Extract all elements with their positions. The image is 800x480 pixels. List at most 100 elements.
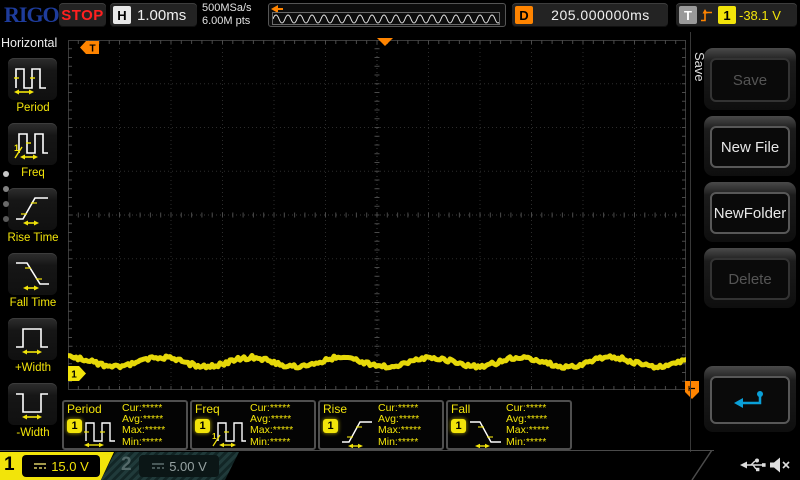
memory-depth: 6.00M pts (202, 15, 252, 28)
svg-text:T: T (89, 44, 95, 55)
measurement-avg: ***** (527, 413, 547, 425)
measurement-box-rise: Rise 1 Cur:***** Avg:***** Max:***** Min… (318, 400, 444, 450)
sidebar-item-fall-time-label: Fall Time (0, 297, 66, 309)
fall-time-icon (468, 416, 504, 448)
softkey-save[interactable]: Save (704, 48, 796, 110)
measurement-cur: ***** (270, 402, 290, 414)
measurement-cur: ***** (398, 402, 418, 414)
svg-text:1: 1 (71, 370, 77, 381)
trigger-time-marker-icon (377, 38, 393, 46)
status-bar-slash (688, 450, 718, 480)
sidebar-item-fall-time[interactable] (8, 253, 57, 295)
frequency-icon: 1 (13, 127, 53, 161)
minus-width-icon (13, 387, 53, 421)
sidebar-item-period[interactable] (8, 58, 57, 100)
usb-icon (740, 457, 766, 473)
measurement-min: ***** (526, 436, 546, 448)
horizontal-badge: H (113, 6, 131, 24)
measurement-max: ***** (273, 424, 293, 436)
horizontal-timebase-chip: H 1.00ms (110, 3, 197, 27)
measurement-max: ***** (145, 424, 165, 436)
speaker-muted-icon (768, 456, 792, 474)
svg-text:1: 1 (212, 432, 217, 441)
softkey-back[interactable] (704, 366, 796, 432)
softkey-new-file[interactable]: New File (704, 116, 796, 176)
menu-scroll-dot (3, 186, 9, 192)
channel1-offset-marker: 1 (68, 366, 87, 381)
menu-scroll-dot (3, 216, 9, 222)
measurement-box-freq: Freq 1 1 Cur:***** Avg:***** Max:***** M… (190, 400, 316, 450)
rise-time-icon (340, 416, 376, 448)
trigger-badge: T (679, 6, 697, 24)
menu-scroll-dot (3, 201, 9, 207)
softkey-delete[interactable]: Delete (704, 248, 796, 308)
softkey-new-file-label: New File (710, 126, 790, 168)
measurement-box-period: Period 1 Cur:***** Avg:***** Max:***** M… (62, 400, 188, 450)
sidebar-item-minus-width-label: -Width (0, 427, 66, 439)
measurement-min: ***** (142, 436, 162, 448)
plus-width-icon (13, 322, 53, 356)
trigger-position-clamp-marker: T (80, 41, 100, 55)
measurement-name: Freq (195, 402, 220, 416)
measurement-channel-badge: 1 (323, 419, 338, 433)
softkey-new-folder[interactable]: NewFolder (704, 182, 796, 242)
sidebar-title: Horizontal (1, 36, 67, 50)
sidebar-item-plus-width[interactable] (8, 318, 57, 360)
measurement-name: Period (67, 402, 102, 416)
softkey-save-label: Save (710, 58, 790, 102)
acquisition-info: 500MSa/s 6.00M pts (202, 2, 252, 28)
rise-time-icon (13, 192, 53, 226)
measurement-box-fall: Fall 1 Cur:***** Avg:***** Max:***** Min… (446, 400, 572, 450)
return-arrow-icon (732, 389, 768, 411)
sidebar-item-rise-time[interactable] (8, 188, 57, 230)
measurement-name: Fall (451, 402, 470, 416)
trigger-chip: T 1 -38.1 V (676, 3, 797, 27)
channel1-tab[interactable]: 1 15.0 V (0, 452, 114, 480)
oscilloscope-screen: RIGOL STOP H 1.00ms 500MSa/s 6.00M pts D… (0, 0, 800, 480)
delay-badge: D (515, 6, 533, 24)
measurement-channel-badge: 1 (195, 419, 210, 433)
measurement-avg: ***** (143, 413, 163, 425)
timebase-value: 1.00ms (137, 7, 186, 24)
menu-divider (690, 32, 691, 452)
measurement-channel-badge: 1 (451, 419, 466, 433)
trigger-level-clamp-marker: T (685, 381, 700, 400)
dc-coupling-icon (151, 460, 165, 472)
dc-coupling-icon (33, 460, 47, 472)
sample-rate: 500MSa/s (202, 2, 252, 15)
measurement-min: ***** (398, 436, 418, 448)
measurement-max: ***** (401, 424, 421, 436)
measurement-cur: ***** (526, 402, 546, 414)
channel2-number: 2 (121, 454, 132, 476)
period-icon (13, 62, 53, 96)
measurement-channel-badge: 1 (67, 419, 82, 433)
svg-text:1: 1 (14, 143, 19, 153)
softkey-new-folder-label: NewFolder (710, 192, 790, 234)
frequency-icon: 1 (212, 416, 248, 448)
sidebar-item-rise-time-label: Rise Time (0, 232, 66, 244)
memory-position-preview (268, 3, 506, 27)
sidebar-item-freq[interactable]: 1 (8, 123, 57, 165)
measurement-name: Rise (323, 402, 347, 416)
channel-bar-divider (0, 450, 714, 451)
sidebar-item-plus-width-label: +Width (0, 362, 66, 374)
sidebar-item-freq-label: Freq (0, 167, 66, 179)
graticule (68, 40, 686, 390)
softkey-delete-label: Delete (710, 258, 790, 300)
channel2-tab[interactable]: 2 5.00 V (101, 452, 239, 480)
channel2-scale: 5.00 V (169, 459, 207, 474)
measurement-avg: ***** (399, 413, 419, 425)
menu-scroll-dot (3, 171, 9, 177)
sidebar-item-minus-width[interactable] (8, 383, 57, 425)
delay-chip: D 205.000000ms (512, 3, 668, 27)
fall-time-icon (13, 257, 53, 291)
sidebar-item-period-label: Period (0, 102, 66, 114)
measurement-max: ***** (529, 424, 549, 436)
trigger-level-value: -38.1 V (739, 8, 781, 23)
channel1-number: 1 (4, 454, 15, 476)
channel1-scale: 15.0 V (51, 459, 89, 474)
measurement-min: ***** (270, 436, 290, 448)
trigger-source-badge: 1 (718, 6, 736, 24)
memory-waveform-thumbnail (272, 12, 500, 25)
run-state-badge: STOP (59, 3, 106, 27)
